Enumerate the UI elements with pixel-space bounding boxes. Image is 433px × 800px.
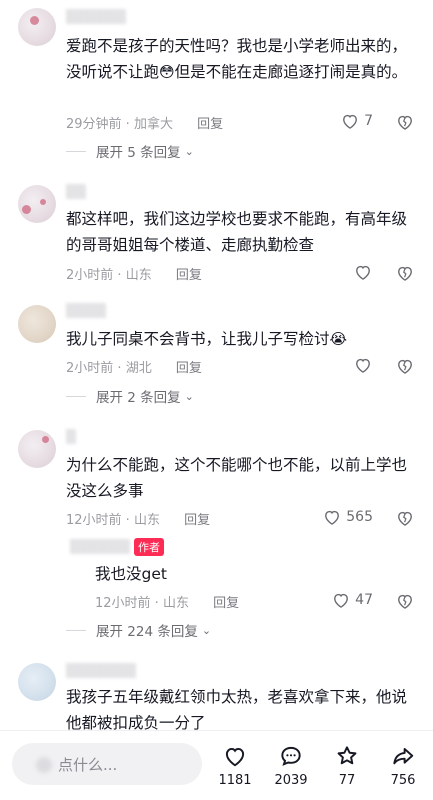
author-badge: 作者 <box>134 538 164 556</box>
flushed-face-emoji: 😳 <box>159 63 175 81</box>
comment-text: 我儿子同桌不会背书，让我儿子写检讨😭 <box>66 330 348 348</box>
comment-input[interactable]: 点什么... <box>12 743 202 785</box>
comment-meta: 12小时前 · 山东 回复 <box>95 596 240 611</box>
divider-line <box>66 629 86 631</box>
reply-button[interactable]: 回复 <box>184 513 210 528</box>
comment-text: 爱跑不是孩子的天性吗？我也是小学老师出来的，没听说不让跑😳但是不能在走廊追逐打闹… <box>66 37 408 81</box>
avatar <box>36 757 52 773</box>
reply-button[interactable]: 回复 <box>176 361 202 376</box>
star-outline-icon <box>337 746 357 765</box>
like-count: 47 <box>355 592 373 608</box>
reply-button[interactable]: 回复 <box>197 117 223 132</box>
expand-replies-button[interactable]: 展开 5 条回复 ⌄ <box>66 141 194 161</box>
comment-count: 2039 <box>274 773 308 788</box>
expand-replies-button[interactable]: 展开 224 条回复 ⌄ <box>66 620 211 640</box>
dislike-button[interactable] <box>395 112 415 136</box>
dislike-button[interactable] <box>395 591 415 615</box>
username-blurred[interactable]: ▒▒ <box>66 185 86 200</box>
dislike-button[interactable] <box>395 263 415 287</box>
like-button[interactable] <box>353 355 373 375</box>
username-blurred[interactable]: ▒▒▒▒▒▒ <box>66 10 126 25</box>
reply-button[interactable]: 回复 <box>176 268 202 283</box>
favorite-count: 77 <box>338 773 356 788</box>
comment-meta: 2小时前 · 湖北 回复 <box>66 361 202 376</box>
like-count: 565 <box>346 509 373 525</box>
heart-outline-icon <box>225 747 245 767</box>
comment-text: 都这样吧，我们这边学校也要求不能跑，有高年级的哥哥姐姐每个楼道、走廊执勤检查 <box>66 210 408 254</box>
username-blurred[interactable]: ▒▒▒▒▒▒▒ <box>66 664 136 679</box>
chevron-down-icon: ⌄ <box>201 623 212 637</box>
comment-meta: 12小时前 · 山东 回复 <box>66 513 211 528</box>
comment-meta: 2小时前 · 山东 回复 <box>66 268 202 283</box>
comment-bubble-icon <box>281 746 301 766</box>
dislike-button[interactable] <box>395 356 415 380</box>
avatar[interactable] <box>18 663 56 701</box>
favorite-button[interactable]: 77 <box>322 743 372 788</box>
comment-text: 为什么不能跑，这个不能哪个也不能，以前上学也没这么多事 <box>66 456 408 500</box>
heart-outline-icon <box>356 265 370 280</box>
comment-button[interactable]: 2039 <box>266 743 316 788</box>
like-button[interactable]: 47 <box>331 590 373 610</box>
avatar[interactable] <box>18 305 56 343</box>
username-blurred[interactable]: ▒▒▒▒▒▒ 作者 <box>70 538 164 556</box>
broken-heart-icon <box>398 266 412 281</box>
share-button[interactable]: 756 <box>378 743 428 788</box>
dislike-button[interactable] <box>395 508 415 532</box>
divider-line <box>66 395 86 397</box>
avatar[interactable] <box>18 8 56 46</box>
heart-outline-icon <box>325 510 340 525</box>
comment-input-placeholder: 点什么... <box>58 756 118 774</box>
expand-replies-button[interactable]: 展开 2 条回复 ⌄ <box>66 386 194 406</box>
like-button[interactable] <box>353 262 373 282</box>
like-count: 1181 <box>218 773 252 788</box>
username-blurred[interactable]: ▒ <box>66 430 76 445</box>
heart-outline-icon <box>356 358 370 373</box>
share-arrow-icon <box>393 747 414 765</box>
divider-line <box>66 150 86 152</box>
reply-button[interactable]: 回复 <box>213 596 239 611</box>
chevron-down-icon: ⌄ <box>184 389 194 403</box>
like-button[interactable]: 565 <box>322 507 373 527</box>
like-count: 7 <box>364 113 373 129</box>
comment-text: 我孩子五年级戴红领巾太热，老喜欢拿下来，他说他都被扣成负一分了 <box>66 688 408 732</box>
avatar[interactable] <box>18 430 56 468</box>
broken-heart-icon <box>398 594 412 609</box>
comment-text: 我也没get <box>95 565 167 583</box>
crying-face-emoji: 😭 <box>329 330 348 348</box>
broken-heart-icon <box>398 359 412 374</box>
share-count: 756 <box>390 773 416 788</box>
broken-heart-icon <box>398 511 412 526</box>
heart-outline-icon <box>334 593 349 608</box>
chevron-down-icon: ⌄ <box>184 144 194 158</box>
bottom-action-bar: 点什么... 1181 2039 77 756 <box>0 730 433 800</box>
avatar[interactable] <box>18 185 56 223</box>
like-button[interactable]: 7 <box>340 111 373 131</box>
heart-outline-icon <box>343 114 358 129</box>
comment-meta: 29分钟前 · 加拿大 回复 <box>66 117 224 132</box>
broken-heart-icon <box>398 115 412 130</box>
like-video-button[interactable]: 1181 <box>210 743 260 788</box>
username-blurred[interactable]: ▒▒▒▒ <box>66 304 106 319</box>
